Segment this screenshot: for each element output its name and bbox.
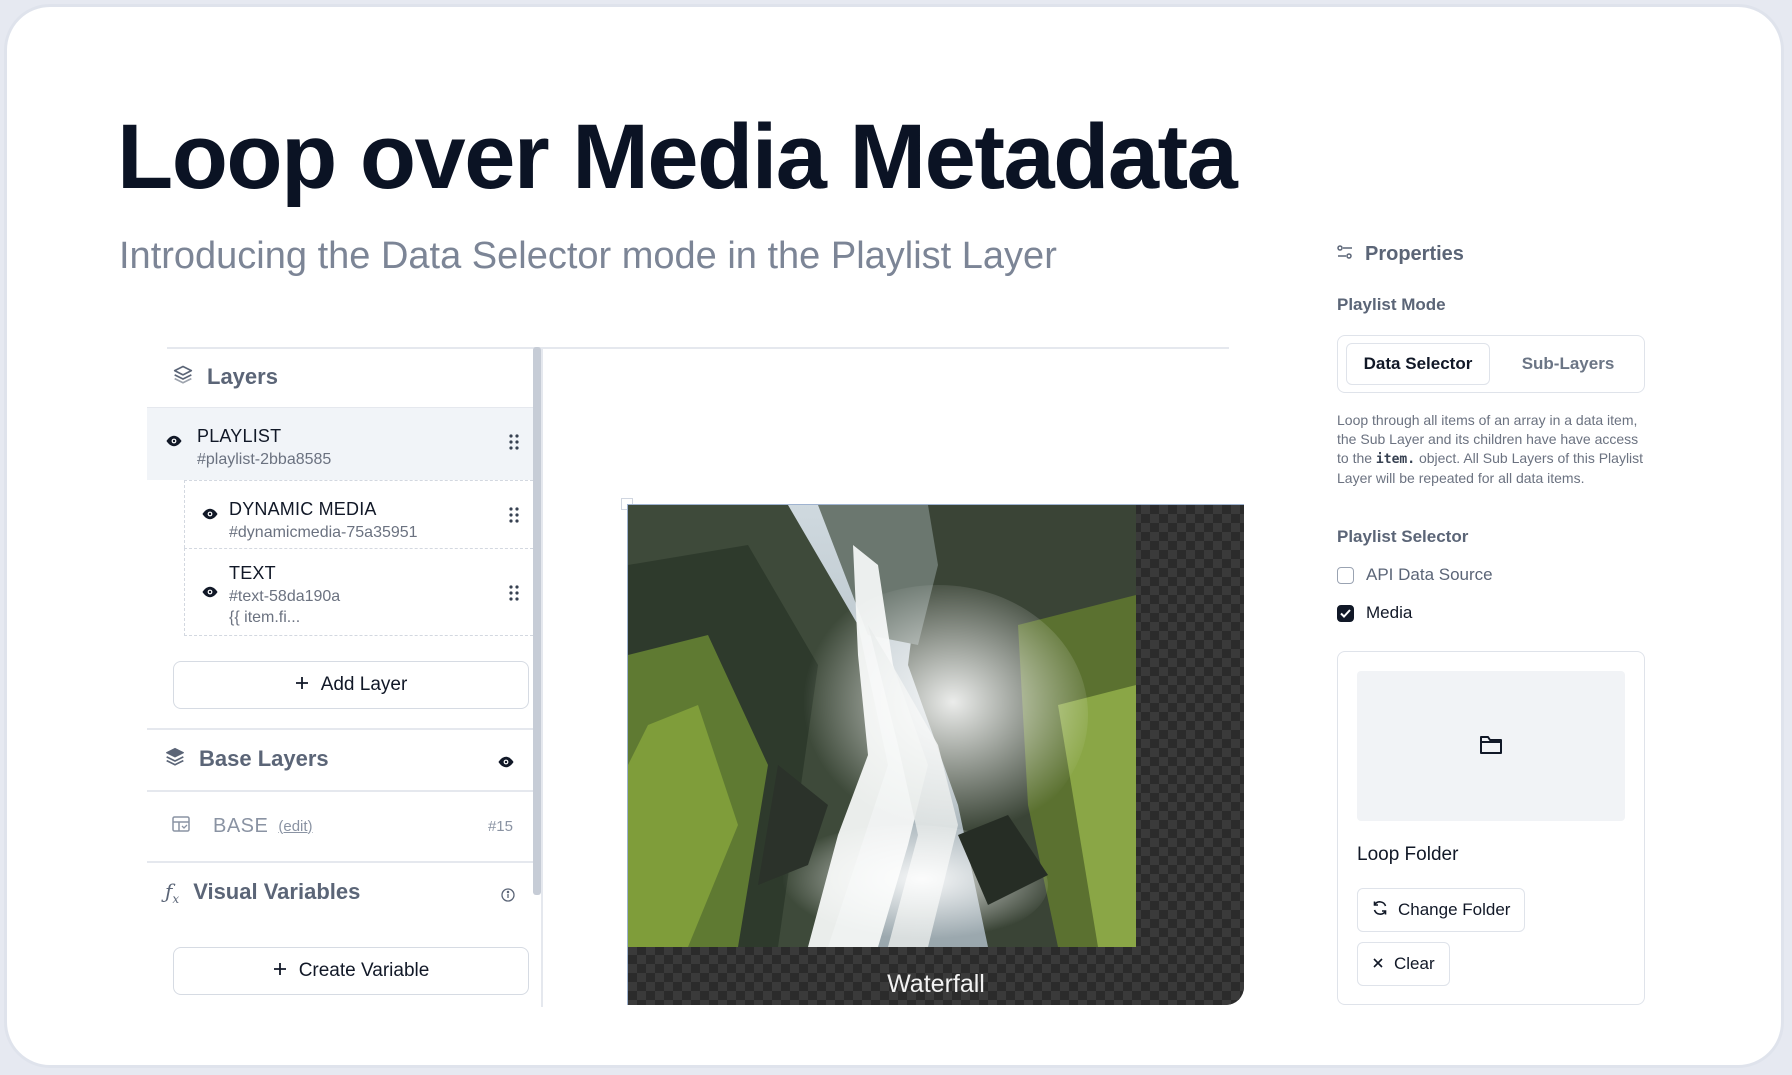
page-title: Loop over Media Metadata bbox=[117, 106, 1238, 208]
option-label: API Data Source bbox=[1366, 565, 1493, 584]
refresh-icon bbox=[1372, 900, 1388, 921]
base-layers-header[interactable]: Base Layers bbox=[149, 729, 529, 789]
base-layer-edit-link[interactable]: (edit) bbox=[278, 818, 312, 835]
description-code: item. bbox=[1375, 452, 1416, 467]
plus-icon bbox=[273, 960, 287, 982]
folder-name: Loop Folder bbox=[1357, 844, 1459, 865]
option-label: Media bbox=[1366, 603, 1413, 622]
properties-header: Properties bbox=[1337, 243, 1464, 266]
plus-icon bbox=[295, 674, 309, 696]
add-layer-button[interactable]: Add Layer bbox=[173, 661, 529, 709]
layer-id: #dynamicmedia-75a35951 bbox=[229, 524, 418, 541]
layer-row-dynamic-media[interactable]: DYNAMIC MEDIA #dynamicmedia-75a35951 bbox=[184, 480, 533, 548]
layer-id: #playlist-2bba8585 bbox=[197, 451, 332, 468]
layer-content-preview: {{ item.fi... bbox=[229, 609, 301, 626]
canvas-preview[interactable]: Waterfall bbox=[627, 504, 1244, 1005]
preview-caption: Waterfall bbox=[887, 970, 985, 998]
visual-variables-label: Visual Variables bbox=[193, 879, 361, 904]
check-icon bbox=[1340, 608, 1351, 618]
layers-panel: Layers PLAYLIST #playlist-2bba8585 DYNAM… bbox=[147, 347, 542, 1007]
page-subtitle: Introducing the Data Selector mode in th… bbox=[119, 235, 1057, 277]
layer-name: TEXT bbox=[229, 563, 276, 583]
layer-id: #text-58da190a bbox=[229, 588, 341, 605]
mode-sub-layers-tab[interactable]: Sub-Layers bbox=[1498, 343, 1638, 385]
slide-card: Loop over Media Metadata Introducing the… bbox=[4, 4, 1784, 1068]
change-folder-button[interactable]: Change Folder bbox=[1357, 888, 1526, 932]
create-variable-button[interactable]: Create Variable bbox=[173, 947, 529, 995]
layers-header-label: Layers bbox=[207, 364, 278, 389]
close-icon bbox=[1372, 954, 1384, 974]
layers-stack-icon bbox=[173, 364, 193, 390]
eye-icon[interactable] bbox=[497, 749, 515, 775]
folder-icon bbox=[1479, 733, 1503, 760]
folder-thumbnail[interactable] bbox=[1357, 671, 1625, 821]
sliders-icon bbox=[1337, 243, 1353, 266]
eye-icon[interactable] bbox=[201, 507, 219, 526]
waterfall-image bbox=[628, 505, 1136, 947]
option-media[interactable]: Media bbox=[1337, 603, 1412, 623]
drag-handle-icon[interactable] bbox=[509, 585, 519, 606]
drag-handle-icon[interactable] bbox=[509, 507, 519, 528]
clear-button[interactable]: Clear bbox=[1357, 942, 1450, 986]
info-icon[interactable] bbox=[501, 882, 515, 908]
create-variable-label: Create Variable bbox=[298, 960, 430, 981]
eye-icon[interactable] bbox=[201, 585, 219, 604]
mode-data-selector-tab[interactable]: Data Selector bbox=[1346, 343, 1490, 385]
base-layer-row[interactable]: BASE (edit) #15 bbox=[147, 791, 533, 861]
drag-handle-icon[interactable] bbox=[509, 434, 519, 455]
playlist-mode-description: Loop through all items of an array in a … bbox=[1337, 411, 1645, 488]
visual-variables-header[interactable]: ƒx Visual Variables bbox=[149, 862, 529, 922]
base-layer-name: BASE bbox=[213, 814, 269, 837]
layers-scrollbar[interactable] bbox=[533, 347, 541, 895]
clear-label: Clear bbox=[1394, 954, 1435, 973]
checkbox-checked[interactable] bbox=[1337, 604, 1354, 622]
layout-icon bbox=[171, 814, 191, 839]
base-layers-label: Base Layers bbox=[199, 746, 329, 771]
function-icon: ƒx bbox=[165, 878, 180, 906]
add-layer-label: Add Layer bbox=[320, 674, 408, 695]
panel-divider bbox=[541, 347, 543, 1007]
properties-title: Properties bbox=[1365, 243, 1464, 265]
eye-icon[interactable] bbox=[165, 434, 183, 453]
layer-name: PLAYLIST bbox=[197, 426, 282, 446]
layers-stack-icon bbox=[165, 746, 185, 772]
playlist-selector-label: Playlist Selector bbox=[1337, 527, 1469, 546]
layer-name: DYNAMIC MEDIA bbox=[229, 499, 377, 519]
change-folder-label: Change Folder bbox=[1398, 900, 1511, 919]
base-layer-number: #15 bbox=[487, 817, 513, 835]
option-api-data-source[interactable]: API Data Source bbox=[1337, 565, 1493, 585]
loop-folder-card: Loop Folder Change Folder Clear bbox=[1337, 651, 1645, 1005]
layers-header[interactable]: Layers bbox=[157, 347, 537, 407]
playlist-mode-toggle: Data Selector Sub-Layers bbox=[1337, 335, 1645, 393]
checkbox[interactable] bbox=[1337, 566, 1354, 584]
layer-row-text[interactable]: TEXT #text-58da190a {{ item.fi... bbox=[184, 548, 533, 636]
playlist-mode-label: Playlist Mode bbox=[1337, 295, 1446, 314]
layer-row-playlist[interactable]: PLAYLIST #playlist-2bba8585 bbox=[147, 408, 533, 480]
